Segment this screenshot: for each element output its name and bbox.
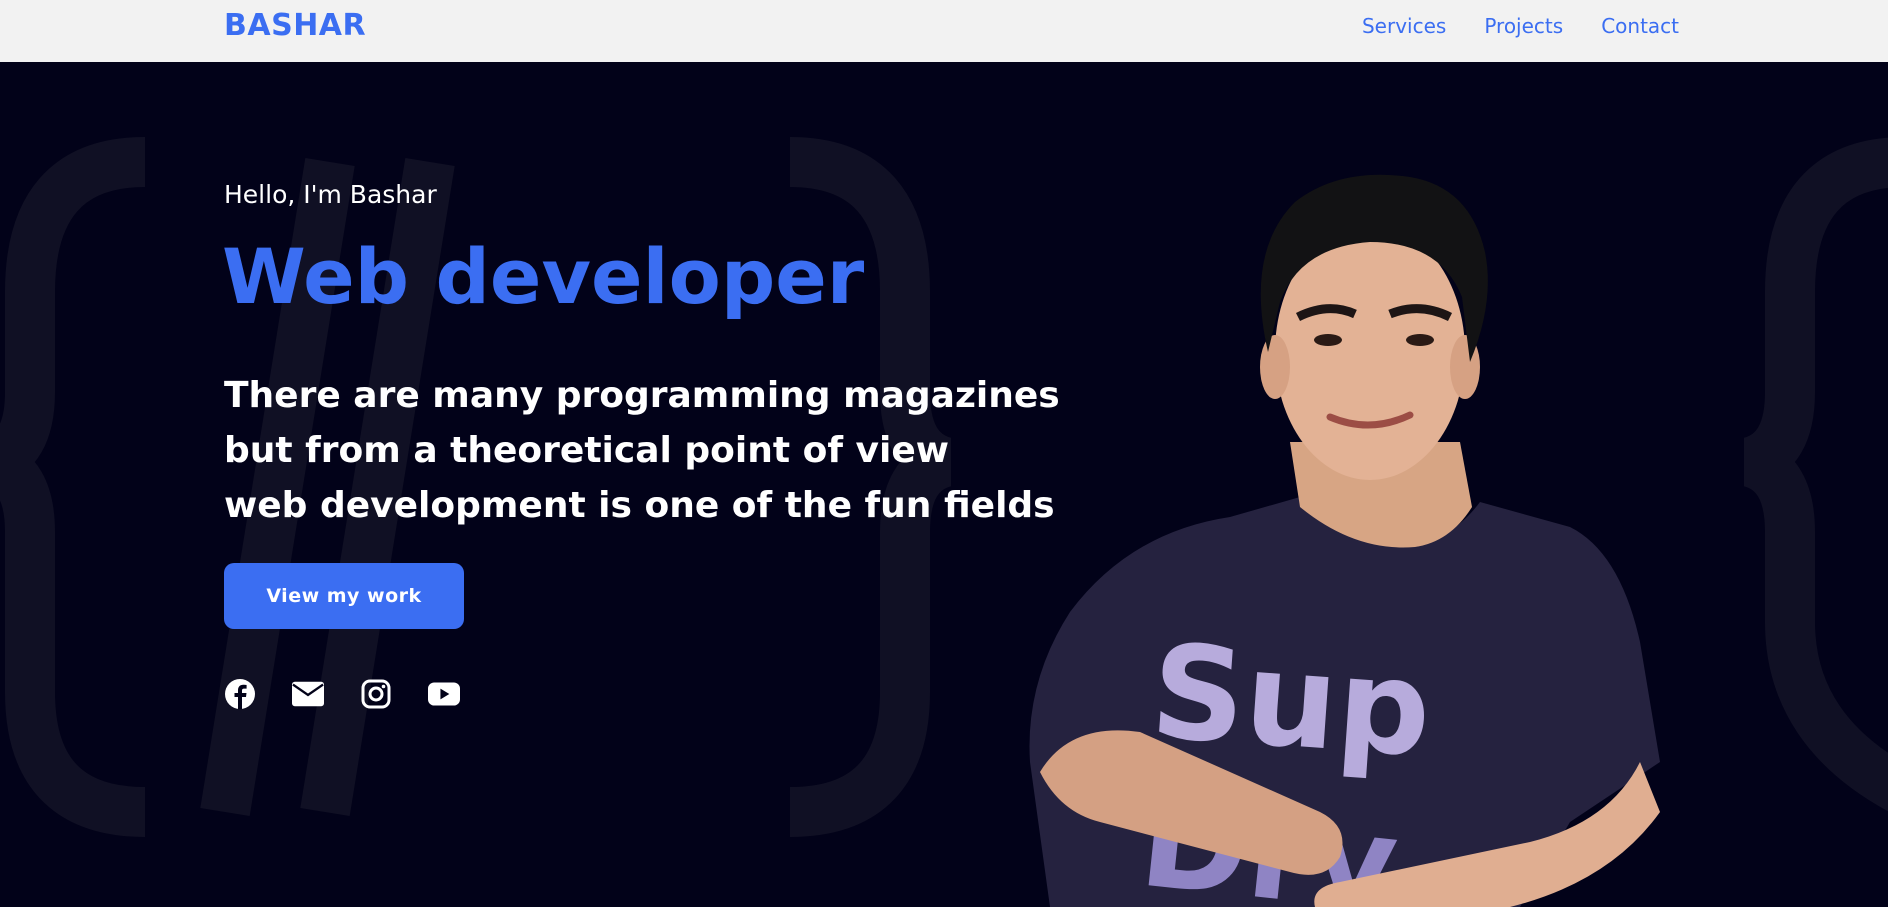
hero-greeting: Hello, I'm Bashar <box>224 180 437 209</box>
nav-link-projects[interactable]: Projects <box>1484 14 1563 38</box>
hero-role-title: Web developer <box>222 232 865 321</box>
ear-shape <box>1260 335 1290 399</box>
hero-intro: There are many programming magazines but… <box>224 368 1084 533</box>
intro-line: web development is one of the fun fields <box>224 485 1055 526</box>
envelope-icon <box>292 681 324 707</box>
nav-link-services[interactable]: Services <box>1362 14 1446 38</box>
facebook-icon <box>225 679 255 709</box>
intro-line: There are many programming magazines <box>224 375 1060 416</box>
instagram-icon <box>361 679 391 709</box>
main-nav: Services Projects Contact <box>1362 14 1679 38</box>
hero-section: Hello, I'm Bashar Web developer There ar… <box>0 62 1888 907</box>
intro-line: but from a theoretical point of view <box>224 430 949 471</box>
facebook-link[interactable] <box>224 678 256 710</box>
social-links <box>224 678 460 710</box>
youtube-icon <box>428 682 460 706</box>
eye-shape <box>1314 334 1342 346</box>
view-my-work-button[interactable]: View my work <box>224 563 464 629</box>
brace-far-right-glyph <box>1742 137 1888 812</box>
youtube-link[interactable] <box>428 678 460 710</box>
top-navbar: BASHAR Services Projects Contact <box>0 0 1888 62</box>
profile-photo: Sup Dry <box>1029 174 1660 907</box>
nav-link-contact[interactable]: Contact <box>1601 14 1679 38</box>
brace-left-glyph <box>0 137 146 837</box>
eye-shape <box>1406 334 1434 346</box>
instagram-link[interactable] <box>360 678 392 710</box>
brand-logo[interactable]: BASHAR <box>224 8 366 43</box>
email-link[interactable] <box>292 678 324 710</box>
